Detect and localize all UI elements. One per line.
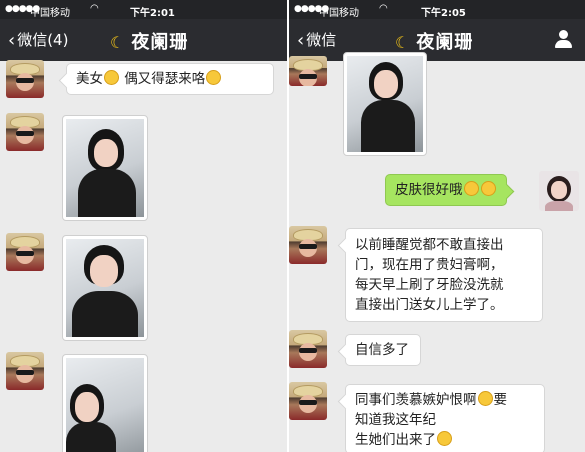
moon-icon: ☾ (110, 33, 126, 52)
smiley-emoji-icon (463, 181, 479, 196)
message-text: 自信多了 (355, 342, 409, 358)
smiley-emoji-icon (477, 391, 493, 406)
contact-avatar[interactable] (289, 382, 327, 420)
message-bubble[interactable]: 同事们羡慕嫉妒恨啊要 知道我这年纪 生她们出来了 (345, 384, 545, 452)
status-bar: ●●●●● 中国移动 ◠ 下午2:05 (289, 0, 585, 19)
person-icon[interactable] (553, 29, 573, 49)
my-message-bubble[interactable]: 皮肤很好哦 (385, 174, 507, 206)
message-bubble[interactable]: 以前睡醒觉都不敢直接出 门，现在用了贵妇膏啊， 每天早上刷了牙脸没洗就 直接出门… (345, 228, 543, 322)
smiley-emoji-icon (437, 431, 452, 446)
message-text: 皮肤很好哦 (395, 182, 463, 198)
chevron-left-icon: ‹ (8, 30, 16, 51)
back-label: 微信 (306, 31, 337, 49)
message-line: 直接出门送女儿上学了。 (355, 297, 504, 313)
photo-message[interactable] (62, 115, 148, 221)
back-button[interactable]: ‹ 微信(4) (8, 29, 68, 51)
wifi-icon: ◠ (379, 3, 388, 14)
selfie-image (66, 239, 144, 337)
message-line: 知道我这年纪 (355, 412, 436, 428)
photo-message[interactable] (343, 52, 427, 156)
contact-avatar[interactable] (289, 330, 327, 368)
message-bubble[interactable]: 美女 偶又得瑟来咯 (66, 63, 274, 95)
wifi-icon: ◠ (90, 3, 99, 14)
selfie-image (66, 358, 144, 452)
smiley-emoji-icon (104, 70, 119, 85)
message-line: 门，现在用了贵妇膏啊， (355, 257, 504, 273)
message-bubble[interactable]: 自信多了 (345, 334, 421, 366)
left-chat-screen: ●●●●● 中国移动 ◠ 下午2:01 ‹ 微信(4) ☾ 夜阑珊 美女 偶又得瑟来… (0, 0, 287, 452)
smiley-emoji-icon (480, 181, 496, 196)
selfie-image (66, 119, 144, 217)
message-line: 以前睡醒觉都不敢直接出 (355, 237, 504, 253)
contact-avatar[interactable] (6, 233, 44, 271)
back-button[interactable]: ‹ 微信 (297, 29, 336, 51)
photo-message[interactable] (62, 235, 148, 341)
chat-title: ☾ 夜阑珊 (395, 28, 473, 54)
right-chat-screen: ●●●●● 中国移动 ◠ 下午2:05 ‹ 微信 ☾ 夜阑珊 皮肤很好哦 以前睡… (289, 0, 585, 452)
carrier-label: 中国移动 (30, 8, 70, 19)
contact-avatar[interactable] (289, 226, 327, 264)
status-bar: ●●●●● 中国移动 ◠ 下午2:01 (0, 0, 287, 19)
status-time: 下午2:05 (421, 8, 466, 19)
message-text: 偶又得瑟来咯 (120, 71, 206, 87)
carrier-label: 中国移动 (319, 8, 359, 19)
chat-title-text: 夜阑珊 (131, 32, 189, 53)
moon-icon: ☾ (395, 33, 411, 52)
photo-message[interactable] (62, 354, 148, 452)
chevron-left-icon: ‹ (297, 30, 305, 51)
contact-avatar[interactable] (289, 56, 327, 86)
contact-avatar[interactable] (6, 352, 44, 390)
contact-avatar[interactable] (6, 60, 44, 98)
chat-title-text: 夜阑珊 (416, 32, 474, 53)
smiley-emoji-icon (206, 70, 222, 85)
contact-avatar[interactable] (6, 113, 44, 151)
back-label: 微信(4) (17, 31, 69, 49)
selfie-image (347, 56, 423, 152)
message-text: 美女 (76, 71, 103, 87)
my-avatar[interactable] (539, 171, 579, 211)
chat-header: ‹ 微信 ☾ 夜阑珊 (289, 19, 585, 61)
message-line: 要 (493, 392, 508, 408)
chat-title: ☾ 夜阑珊 (110, 28, 188, 54)
chat-header: ‹ 微信(4) ☾ 夜阑珊 (0, 19, 287, 61)
message-line: 每天早上刷了牙脸没洗就 (355, 277, 504, 293)
message-line: 生她们出来了 (355, 432, 436, 448)
status-time: 下午2:01 (130, 8, 175, 19)
message-line: 同事们羡慕嫉妒恨啊 (355, 392, 477, 408)
